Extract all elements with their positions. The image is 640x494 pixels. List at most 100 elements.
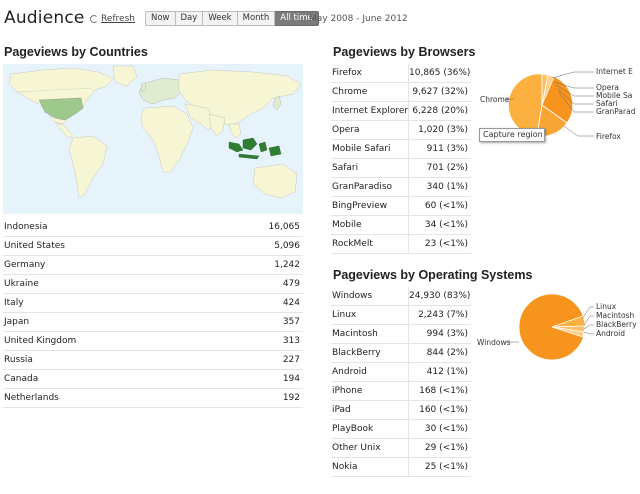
browser-name: Opera: [331, 121, 409, 139]
country-row[interactable]: Russia 227: [3, 351, 303, 370]
pie-label-r0: Internet E: [596, 67, 633, 76]
os-row[interactable]: iPhone 168 (<1%): [331, 382, 471, 401]
browser-value: 340 (1%): [426, 182, 468, 192]
country-row[interactable]: United States 5,096: [3, 237, 303, 256]
refresh-label: Refresh: [101, 14, 135, 24]
browser-row[interactable]: Mobile Safari 911 (3%): [331, 140, 471, 159]
browser-row[interactable]: BingPreview 60 (<1%): [331, 197, 471, 216]
browser-name: Safari: [331, 159, 409, 177]
country-value: 1,242: [274, 260, 300, 270]
os-row[interactable]: PlayBook 30 (<1%): [331, 420, 471, 439]
os-name: Windows: [331, 287, 409, 305]
country-name: Canada: [4, 374, 39, 384]
capture-region-tooltip: Capture region: [479, 128, 545, 142]
browser-name: BingPreview: [331, 197, 409, 215]
os-pie-label-left: Windows: [477, 338, 511, 347]
range-week-button[interactable]: Week: [203, 11, 238, 26]
browser-row[interactable]: GranParadiso 340 (1%): [331, 178, 471, 197]
range-day-button[interactable]: Day: [175, 11, 204, 26]
os-name: iPad: [331, 401, 409, 419]
world-map-svg: [3, 64, 303, 214]
country-row[interactable]: Germany 1,242: [3, 256, 303, 275]
country-value: 16,065: [268, 222, 301, 232]
os-value: 29 (<1%): [424, 443, 468, 453]
os-row[interactable]: Linux 2,243 (7%): [331, 306, 471, 325]
os-value: 412 (1%): [426, 367, 468, 377]
range-month-button[interactable]: Month: [237, 11, 276, 26]
os-name: Macintosh: [331, 325, 409, 343]
browsers-title: Pageviews by Browsers: [333, 45, 476, 59]
browser-value: 60 (<1%): [424, 201, 468, 211]
os-name: PlayBook: [331, 420, 409, 438]
os-pie-label-r3: Android: [596, 329, 625, 338]
country-row[interactable]: Italy 424: [3, 294, 303, 313]
pie-label-r4: GranParad: [596, 107, 636, 116]
refresh-icon: [90, 15, 98, 23]
country-name: United States: [4, 241, 65, 251]
os-pie-chart[interactable]: Windows Linux Macintosh BlackBerry Andro…: [474, 287, 640, 377]
os-value: 160 (<1%): [419, 405, 468, 415]
browser-name: Chrome: [331, 83, 409, 101]
os-row[interactable]: Nokia 25 (<1%): [331, 458, 471, 477]
country-value: 227: [282, 355, 300, 365]
date-range: May 2008 - June 2012: [309, 14, 408, 24]
pie-label-r5: Firefox: [596, 132, 621, 141]
browser-name: Mobile: [331, 216, 409, 234]
os-value: 844 (2%): [426, 348, 468, 358]
os-value: 994 (3%): [426, 329, 468, 339]
browser-value: 34 (<1%): [424, 220, 468, 230]
browser-row[interactable]: RockMelt 23 (<1%): [331, 235, 471, 254]
os-row[interactable]: iPad 160 (<1%): [331, 401, 471, 420]
os-table: Windows 24,930 (83%) Linux 2,243 (7%) Macint…: [331, 287, 471, 477]
browser-value: 9,627 (32%): [412, 87, 468, 97]
browser-value: 1,020 (3%): [418, 125, 468, 135]
browser-row[interactable]: Opera 1,020 (3%): [331, 121, 471, 140]
country-row[interactable]: Ukraine 479: [3, 275, 303, 294]
os-value: 30 (<1%): [424, 424, 468, 434]
country-value: 192: [282, 393, 300, 403]
browser-name: GranParadiso: [331, 178, 409, 196]
country-name: United Kingdom: [4, 336, 77, 346]
os-name: Linux: [331, 306, 409, 324]
world-map[interactable]: [3, 64, 303, 214]
refresh-link[interactable]: Refresh: [90, 14, 135, 24]
country-name: Germany: [4, 260, 46, 270]
os-pie-label-r2: BlackBerry: [596, 320, 637, 329]
country-row[interactable]: Japan 357: [3, 313, 303, 332]
os-name: iPhone: [331, 382, 409, 400]
os-row[interactable]: Android 412 (1%): [331, 363, 471, 382]
os-value: 24,930 (83%): [409, 291, 471, 301]
country-value: 479: [282, 279, 300, 289]
browser-row[interactable]: Mobile 34 (<1%): [331, 216, 471, 235]
country-row[interactable]: Indonesia 16,065: [3, 218, 303, 237]
range-now-button[interactable]: Now: [145, 11, 176, 26]
browser-row[interactable]: Firefox 10,865 (36%): [331, 64, 471, 83]
country-value: 424: [282, 298, 300, 308]
countries-table: Indonesia 16,065 United States 5,096 Germany…: [3, 218, 303, 408]
country-value: 357: [282, 317, 300, 327]
os-row[interactable]: BlackBerry 844 (2%): [331, 344, 471, 363]
browser-name: RockMelt: [331, 235, 409, 253]
os-row[interactable]: Macintosh 994 (3%): [331, 325, 471, 344]
country-name: Indonesia: [4, 222, 48, 232]
country-name: Japan: [4, 317, 30, 327]
browser-row[interactable]: Chrome 9,627 (32%): [331, 83, 471, 102]
os-row[interactable]: Other Unix 29 (<1%): [331, 439, 471, 458]
os-name: BlackBerry: [331, 344, 409, 362]
os-name: Nokia: [331, 458, 409, 476]
country-row[interactable]: Netherlands 192: [3, 389, 303, 408]
os-row[interactable]: Windows 24,930 (83%): [331, 287, 471, 306]
country-row[interactable]: United Kingdom 313: [3, 332, 303, 351]
browser-row[interactable]: Safari 701 (2%): [331, 159, 471, 178]
browser-name: Mobile Safari: [331, 140, 409, 158]
os-value: 25 (<1%): [424, 462, 468, 472]
country-name: Netherlands: [4, 393, 59, 403]
country-row[interactable]: Canada 194: [3, 370, 303, 389]
os-name: Android: [331, 363, 409, 381]
range-selector: Now Day Week Month All time: [145, 11, 319, 26]
os-name: Other Unix: [331, 439, 409, 457]
os-title: Pageviews by Operating Systems: [333, 268, 533, 282]
browser-row[interactable]: Internet Explorer 6,228 (20%): [331, 102, 471, 121]
header: Audience Refresh Now Day Week Month All …: [0, 0, 640, 38]
browser-name: Firefox: [331, 64, 409, 82]
